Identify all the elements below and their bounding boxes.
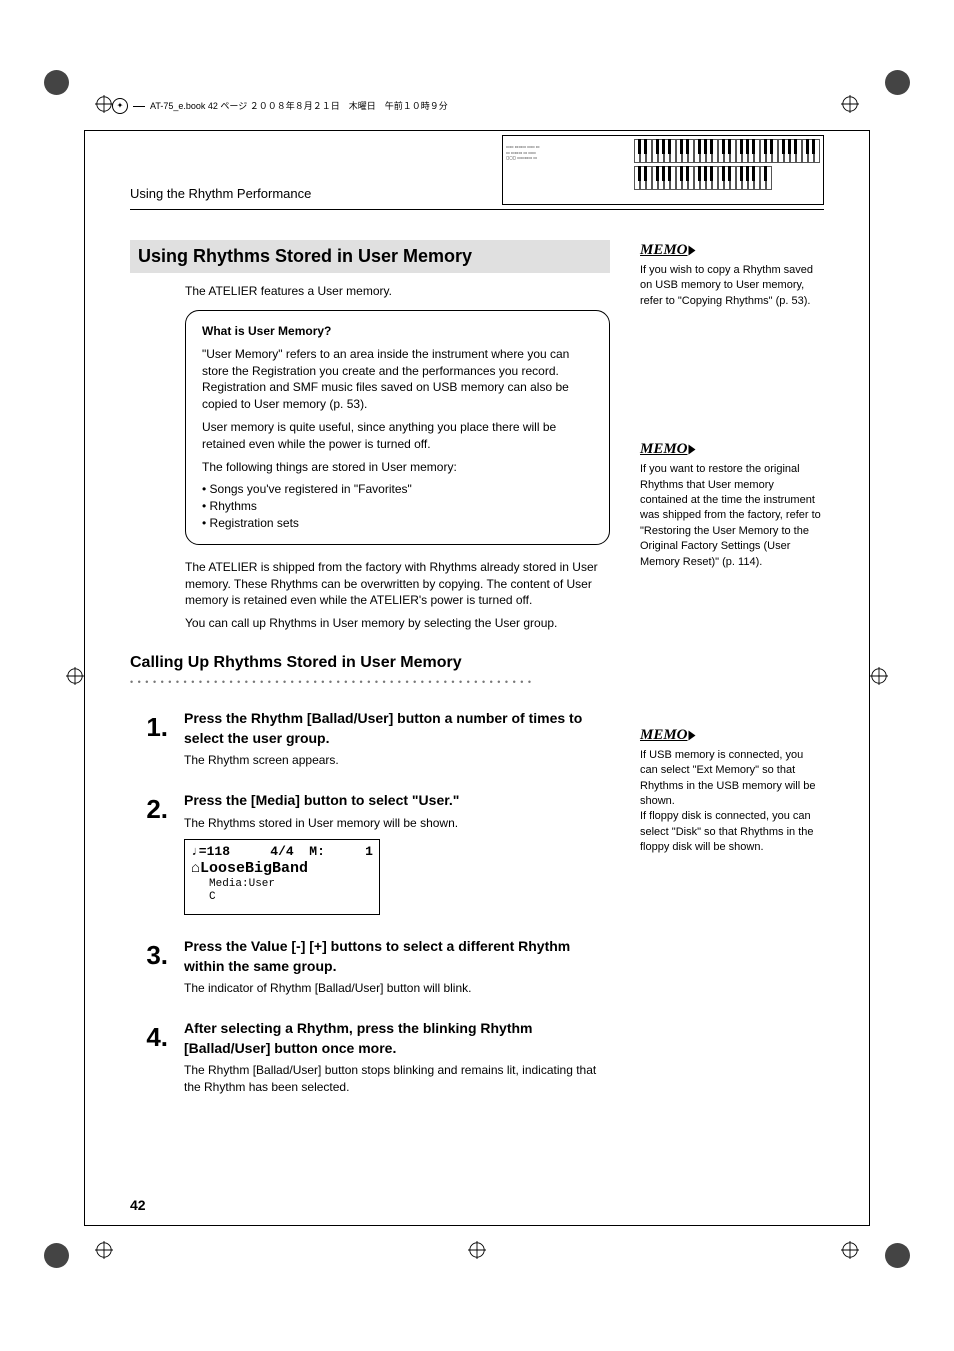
- memo-label: MEMO: [640, 240, 695, 261]
- list-item: • Rhythms: [202, 498, 593, 515]
- step-title: After selecting a Rhythm, press the blin…: [184, 1019, 610, 1058]
- page-number: 42: [130, 1196, 146, 1216]
- section-breadcrumb: Using the Rhythm Performance: [130, 185, 311, 203]
- registration-mark-icon: [95, 95, 113, 113]
- crop-mark: [868, 70, 910, 112]
- step-title: Press the Value [-] [+] buttons to selec…: [184, 937, 610, 976]
- step-number: 3.: [130, 937, 168, 997]
- registration-mark-icon: [870, 667, 888, 685]
- trim-line: [84, 130, 85, 1226]
- step-number: 2.: [130, 791, 168, 915]
- main-column: Using Rhythms Stored in User Memory The …: [130, 240, 610, 1118]
- registration-mark-icon: [841, 95, 859, 113]
- control-panel-icon: ▭▭ ▭▭▭ ▭▭ ▭▭ ▭▭▭ ▭ ▭▭◻︎◻︎◻︎ ▭▭▭▭ ▭: [506, 144, 611, 199]
- lcd-display: ♩=118 4/4 M: 1 ⌂LooseBigBand Media:User …: [184, 839, 380, 915]
- memo-text: If you want to restore the original Rhyt…: [640, 462, 824, 570]
- step-number: 1.: [130, 709, 168, 769]
- crop-mark: [868, 1243, 910, 1285]
- tag-text: AT-75_e.book 42 ページ ２００８年８月２１日 木曜日 午前１０時…: [150, 100, 448, 113]
- box-title: What is User Memory?: [202, 323, 593, 340]
- upper-keyboard-icon: [634, 139, 820, 163]
- page: ✦ AT-75_e.book 42 ページ ２００８年８月２１日 木曜日 午前１…: [0, 0, 954, 1351]
- lcd-mval: 1: [365, 844, 373, 860]
- lower-keyboard-icon: [634, 166, 774, 190]
- lcd-name: ⌂LooseBigBand: [191, 860, 373, 878]
- step-desc: The Rhythm screen appears.: [184, 752, 610, 769]
- memo-text: If you wish to copy a Rhythm saved on US…: [640, 263, 824, 309]
- memo-column: MEMO If you wish to copy a Rhythm saved …: [640, 240, 824, 1118]
- dotted-rule: • • • • • • • • • • • • • • • • • • • • …: [130, 676, 610, 689]
- list-item: • Registration sets: [202, 515, 593, 532]
- lcd-cat: C: [191, 891, 373, 904]
- memo: MEMO If you want to restore the original…: [640, 439, 824, 570]
- list-item: • Songs you've registered in "Favorites": [202, 481, 593, 498]
- step-desc: The Rhythm [Ballad/User] button stops bl…: [184, 1062, 610, 1096]
- step: 3. Press the Value [-] [+] buttons to se…: [130, 937, 610, 997]
- step: 2. Press the [Media] button to select "U…: [130, 791, 610, 915]
- lcd-media: Media:User: [191, 878, 373, 891]
- lcd-sig: 4/4: [270, 844, 293, 859]
- intro-text: The ATELIER features a User memory.: [185, 283, 610, 300]
- step: 4. After selecting a Rhythm, press the b…: [130, 1019, 610, 1096]
- step-title: Press the Rhythm [Ballad/User] button a …: [184, 709, 610, 748]
- registration-mark-icon: [66, 667, 84, 685]
- info-box: What is User Memory? "User Memory" refer…: [185, 310, 610, 545]
- paragraph: The ATELIER is shipped from the factory …: [185, 559, 610, 609]
- step: 1. Press the Rhythm [Ballad/User] button…: [130, 709, 610, 769]
- book-mark-icon: ✦: [112, 98, 128, 114]
- memo-label: MEMO: [640, 725, 695, 746]
- box-paragraph: The following things are stored in User …: [202, 459, 593, 476]
- lcd-m: M:: [309, 844, 325, 859]
- crop-mark: [44, 1243, 86, 1285]
- memo: MEMO If you wish to copy a Rhythm saved …: [640, 240, 824, 309]
- box-paragraph: User memory is quite useful, since anyth…: [202, 419, 593, 453]
- lcd-tempo: ♩=118: [191, 844, 230, 860]
- heading-1: Using Rhythms Stored in User Memory: [130, 240, 610, 273]
- heading-2: Calling Up Rhythms Stored in User Memory: [130, 652, 610, 674]
- box-paragraph: "User Memory" refers to an area inside t…: [202, 346, 593, 413]
- step-number: 4.: [130, 1019, 168, 1096]
- step-desc: The indicator of Rhythm [Ballad/User] bu…: [184, 980, 610, 997]
- trim-line: [84, 130, 870, 131]
- paragraph: You can call up Rhythms in User memory b…: [185, 615, 610, 632]
- divider: [130, 209, 824, 210]
- step-title: Press the [Media] button to select "User…: [184, 791, 610, 811]
- memo-label: MEMO: [640, 439, 695, 460]
- crop-mark: [44, 70, 86, 112]
- trim-line: [869, 130, 870, 1226]
- instrument-panel-illustration: ▭▭ ▭▭▭ ▭▭ ▭▭ ▭▭▭ ▭ ▭▭◻︎◻︎◻︎ ▭▭▭▭ ▭: [502, 135, 824, 205]
- registration-mark-icon: [841, 1241, 859, 1259]
- memo: MEMO If USB memory is connected, you can…: [640, 725, 824, 856]
- step-desc: The Rhythms stored in User memory will b…: [184, 815, 610, 832]
- trim-line: [84, 1225, 870, 1226]
- memo-text: If USB memory is connected, you can sele…: [640, 748, 824, 856]
- document-tag: ✦ AT-75_e.book 42 ページ ２００８年８月２１日 木曜日 午前１…: [112, 98, 842, 114]
- registration-mark-icon: [95, 1241, 113, 1259]
- registration-mark-icon: [468, 1241, 486, 1259]
